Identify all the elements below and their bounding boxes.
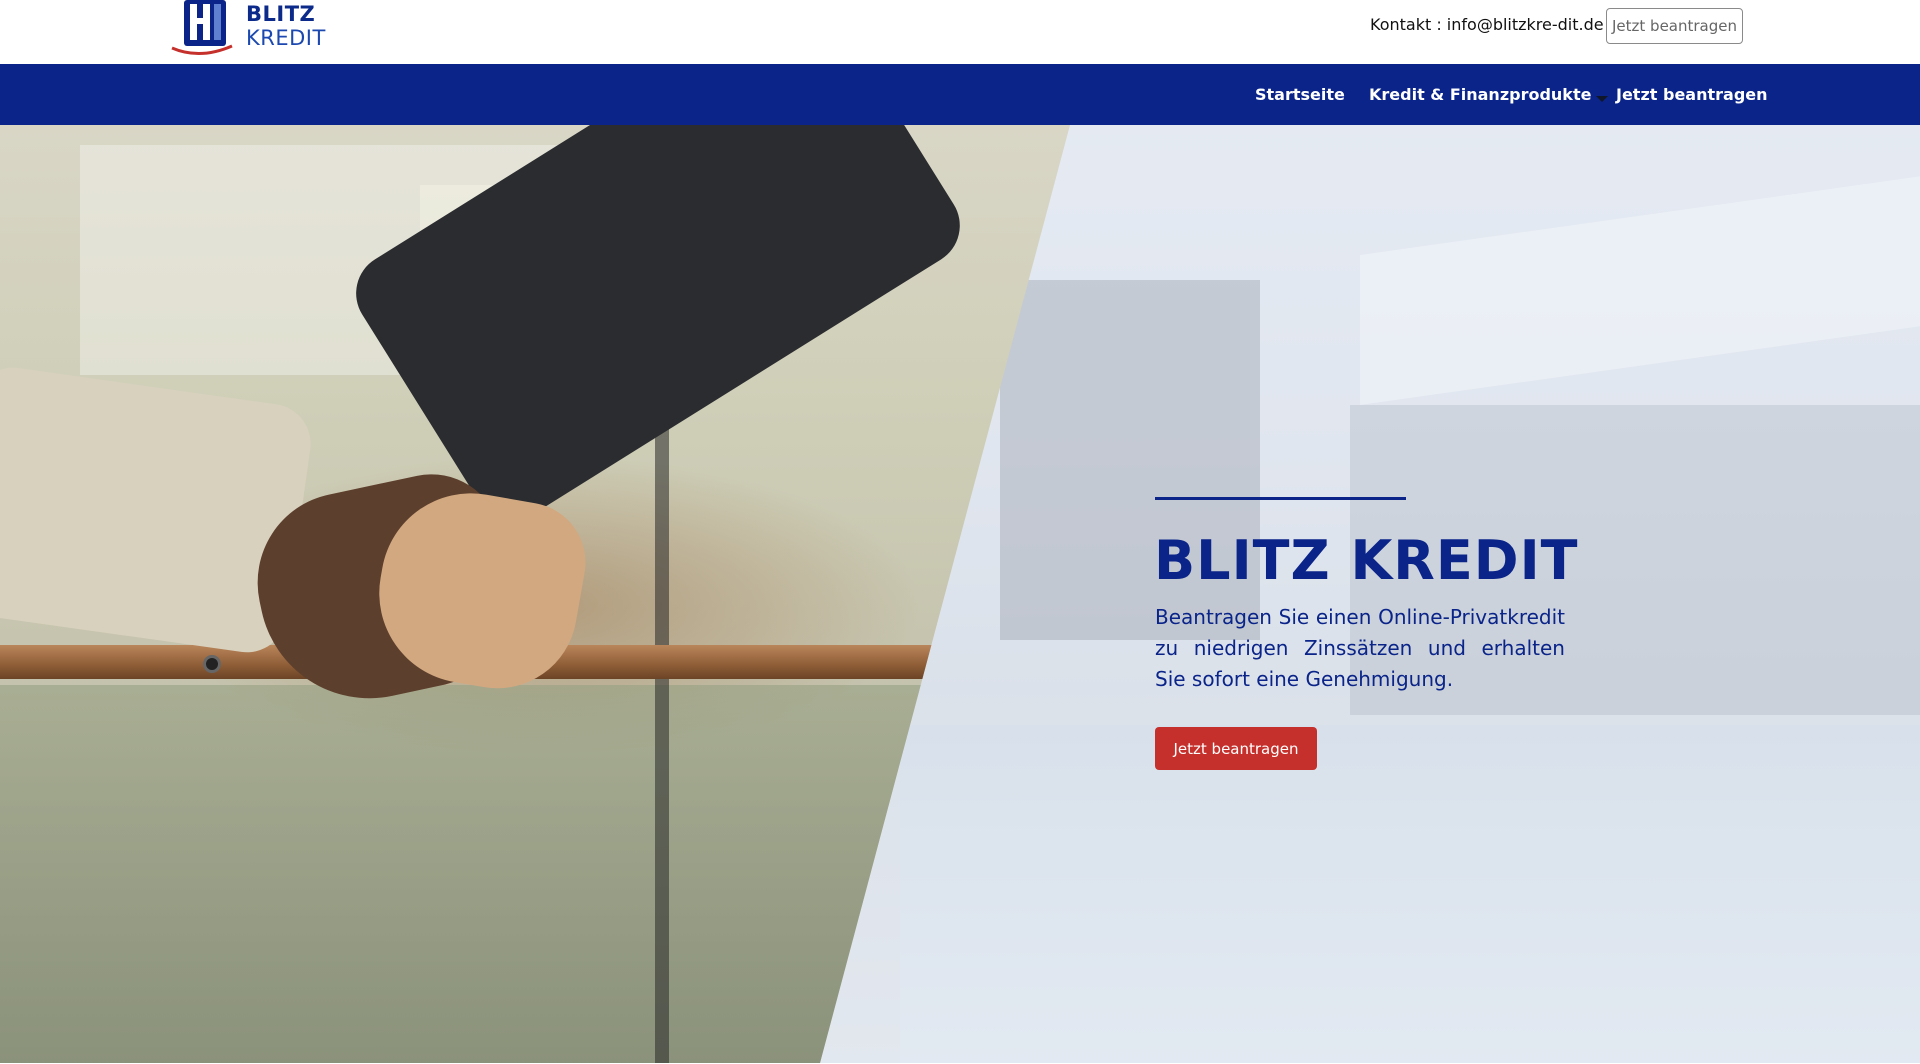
cufflink-shape: [203, 655, 221, 673]
caret-down-icon: [1596, 96, 1609, 102]
main-navigation: Startseite Kredit & Finanzprodukte Jetzt…: [0, 64, 1920, 125]
logo-line-1: BLITZ: [246, 2, 316, 26]
contact-email[interactable]: Kontakt : info@blitzkre-dit.de: [1370, 14, 1604, 36]
logo-line-2: KREDIT: [246, 26, 326, 50]
nav-item-kredit-finanzprodukte[interactable]: Kredit & Finanzprodukte: [1369, 64, 1609, 125]
hero-subtitle: Beantragen Sie einen Online-Privatkredit…: [1155, 605, 1565, 691]
nav-item-jetzt-beantragen[interactable]: Jetzt beantragen: [1616, 64, 1768, 125]
nav-item-label: Jetzt beantragen: [1616, 85, 1768, 104]
hero-title: BLITZ KREDIT: [1154, 529, 1579, 592]
top-header: BLITZ KREDIT Kontakt : info@blitzkre-dit…: [0, 0, 1920, 64]
nav-item-startseite[interactable]: Startseite: [1255, 64, 1345, 125]
hero-section: BLITZ KREDIT Beantragen Sie einen Online…: [0, 125, 1920, 1063]
logo-wordmark: BLITZ KREDIT: [246, 2, 326, 50]
nav-item-label: Kredit & Finanzprodukte: [1369, 85, 1592, 104]
hero-accent-line: [1155, 497, 1406, 500]
nav-item-label: Startseite: [1255, 85, 1345, 104]
site-logo[interactable]: BLITZ KREDIT: [170, 0, 330, 58]
background-trees-shape: [0, 685, 960, 1063]
logo-icon: [171, 0, 233, 55]
hero-apply-button[interactable]: Jetzt beantragen: [1155, 727, 1317, 770]
header-apply-button[interactable]: Jetzt beantragen: [1606, 8, 1743, 44]
